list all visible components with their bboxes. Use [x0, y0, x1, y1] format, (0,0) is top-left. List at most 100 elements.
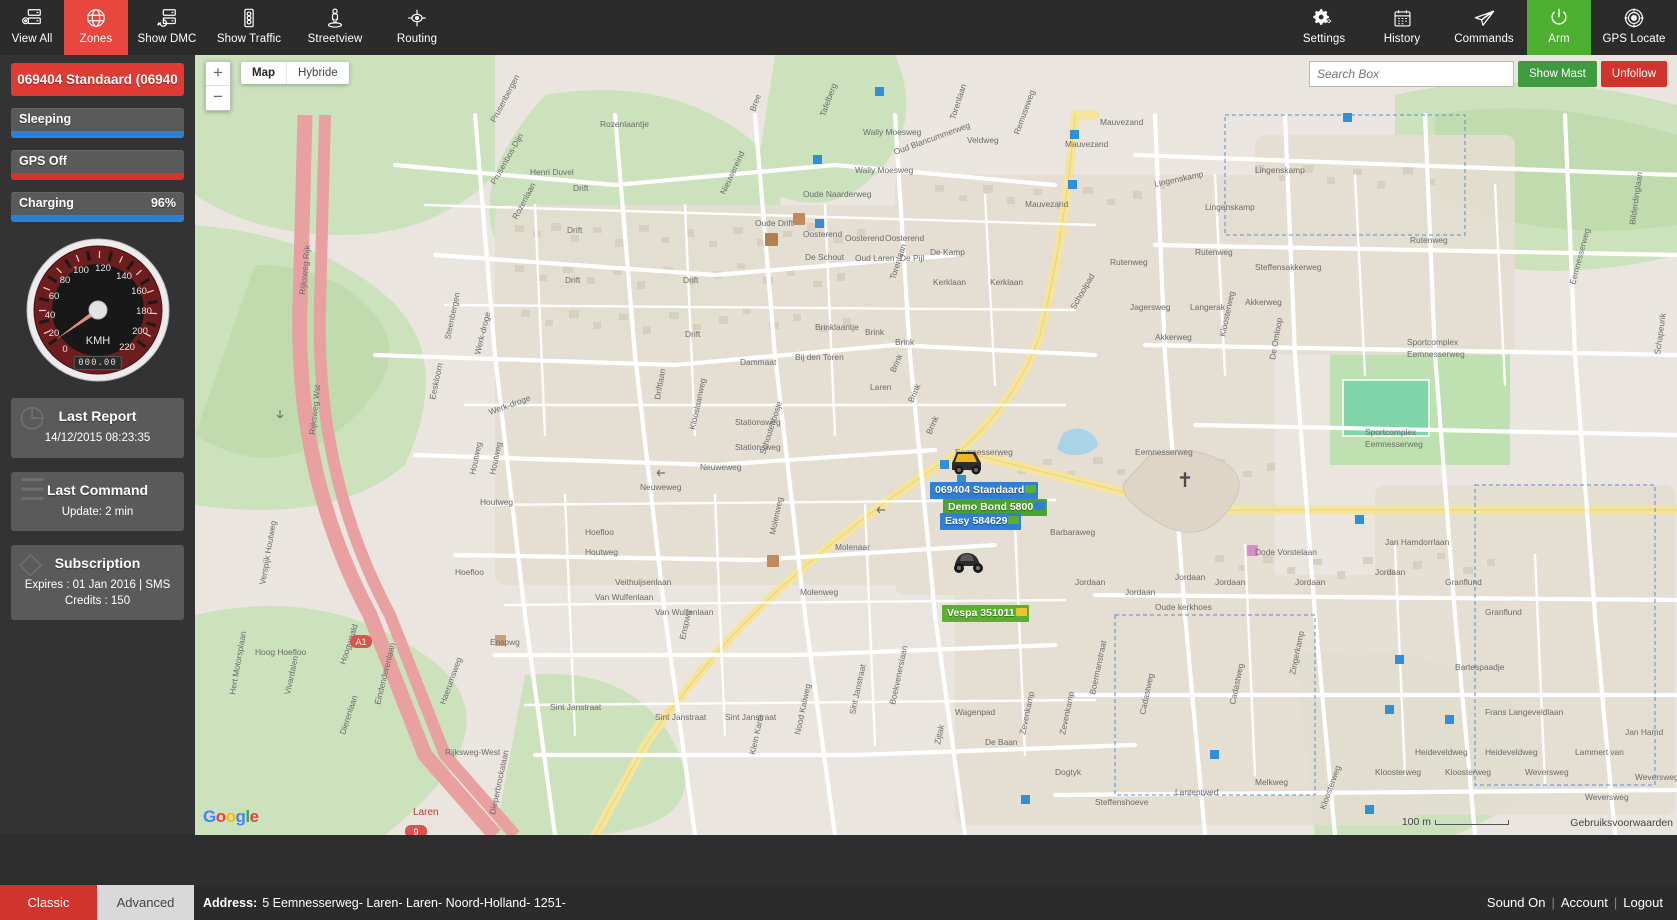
map-type-switch[interactable]: Map Hybride — [241, 62, 349, 84]
map-type-hybride[interactable]: Hybride — [286, 62, 349, 84]
odometer-display: 000.00 — [73, 356, 122, 370]
svg-text:✝: ✝ — [1177, 468, 1194, 492]
toolbar-item-gps-locate[interactable]: GPS Locate — [1591, 0, 1677, 55]
toolbar-item-zones[interactable]: Zones — [64, 0, 128, 55]
svg-text:Dogtyk: Dogtyk — [1055, 767, 1082, 777]
toolbar-item-commands[interactable]: Commands — [1441, 0, 1527, 55]
map-marker-vespa[interactable]: Vespa 351011 — [942, 605, 1029, 622]
zoom-in-button[interactable]: + — [206, 62, 230, 86]
svg-text:Lingenskamp: Lingenskamp — [1205, 202, 1255, 212]
svg-text:Wally Moesweg: Wally Moesweg — [863, 127, 922, 137]
account-link[interactable]: Account — [1561, 895, 1608, 910]
svg-text:Neuweweg: Neuweweg — [700, 462, 742, 472]
toolbar-item-view-all[interactable]: View All — [0, 0, 64, 55]
svg-text:Houtweg: Houtweg — [480, 497, 513, 507]
gauge-tick-180: 180 — [136, 306, 152, 317]
google-letter: e — [249, 807, 259, 826]
marker-label[interactable]: Easy 584629 — [940, 513, 1022, 530]
svg-text:Lammert van: Lammert van — [1575, 747, 1624, 757]
toolbar-item-show-traffic[interactable]: Show Traffic — [206, 0, 292, 55]
server-chat-icon — [156, 5, 178, 31]
unfollow-button[interactable]: Unfollow — [1600, 61, 1667, 87]
status-gps: GPS Off — [11, 150, 184, 180]
toolbar-item-routing[interactable]: Routing — [378, 0, 456, 55]
status-bar-fill — [11, 131, 184, 138]
logout-link[interactable]: Logout — [1623, 895, 1663, 910]
map-scale-label: 100 m — [1401, 816, 1431, 828]
card-line: Update: 2 min — [61, 505, 134, 518]
marker-label-text: Vespa 351011 — [947, 607, 1015, 619]
toolbar-right-group: Settings History Commands Arm GPS Locate — [1285, 0, 1677, 55]
status-row: Charging 96% — [11, 192, 184, 215]
map-zoom-control[interactable]: + − — [205, 61, 231, 111]
mode-tab-advanced[interactable]: Advanced — [97, 885, 194, 920]
svg-text:Drift: Drift — [685, 329, 701, 339]
pegman-icon — [324, 5, 346, 31]
link-separator: | — [1551, 895, 1555, 910]
svg-text:Enspwg: Enspwg — [490, 637, 520, 647]
map-terms-link[interactable]: Gebruiksvoorwaarden — [1570, 817, 1673, 829]
svg-text:Rutenweg: Rutenweg — [1195, 247, 1233, 257]
crosshair-route-icon — [406, 5, 428, 31]
svg-text:Lantentwerf: Lantentwerf — [1175, 787, 1219, 797]
svg-text:Kerklaan: Kerklaan — [990, 277, 1023, 287]
zoom-out-button[interactable]: − — [206, 86, 230, 110]
svg-text:Oude kerkhoes: Oude kerkhoes — [1155, 602, 1212, 612]
toolbar-item-label: Commands — [1454, 33, 1514, 45]
link-separator: | — [1613, 895, 1618, 910]
show-mast-button[interactable]: Show Mast — [1518, 61, 1597, 87]
svg-text:Bij den Toren: Bij den Toren — [795, 352, 844, 362]
svg-text:Hoefloo: Hoefloo — [585, 527, 614, 537]
toolbar-item-show-dmc[interactable]: Show DMC — [128, 0, 206, 55]
map-type-map[interactable]: Map — [241, 62, 286, 84]
svg-text:Sportcomplex: Sportcomplex — [1365, 427, 1417, 437]
toolbar-item-label: View All — [11, 33, 53, 45]
svg-text:Barbaraweg: Barbaraweg — [1050, 527, 1096, 537]
sound-on-link[interactable]: Sound On — [1487, 895, 1546, 910]
map-search-group: Show Mast Unfollow — [1309, 61, 1667, 87]
marker-label[interactable]: 069404 Standaard — [930, 482, 1039, 499]
card-subscription: ◇ Subscription Expires : 01 Jan 2016 | S… — [11, 545, 184, 621]
search-input[interactable] — [1309, 61, 1514, 87]
map-marker-069404[interactable]: 069404 Standaard — [930, 482, 1039, 499]
svg-text:Melkweg: Melkweg — [1255, 777, 1288, 787]
svg-text:A1: A1 — [355, 637, 366, 647]
status-label: GPS Off — [19, 154, 67, 168]
gauge-tick-160: 160 — [131, 286, 147, 297]
toolbar-item-history[interactable]: History — [1363, 0, 1441, 55]
toolbar-item-settings[interactable]: Settings — [1285, 0, 1363, 55]
gauge-tick-0: 0 — [62, 344, 67, 355]
paper-plane-icon — [1473, 5, 1496, 31]
svg-text:Jordaan: Jordaan — [1375, 567, 1406, 577]
google-letter: o — [215, 807, 226, 826]
google-letter: g — [235, 807, 246, 826]
toolbar-item-arm[interactable]: Arm — [1527, 0, 1591, 55]
marker-label[interactable]: Vespa 351011 — [942, 605, 1029, 622]
address-label: Address: — [203, 895, 258, 910]
svg-text:Houtweg: Houtweg — [585, 547, 618, 557]
speedometer-wrap: 0 20 40 60 80 100 120 140 160 180 200 22… — [11, 236, 184, 384]
card-line: Expires : 01 Jan 2016 | SMS Credits : 15… — [17, 578, 178, 609]
map-marker-easy[interactable]: Easy 584629 — [940, 513, 1022, 530]
vehicle-marker-scooter[interactable] — [948, 542, 988, 576]
svg-text:Granflund: Granflund — [1485, 607, 1522, 617]
calendar-icon — [1392, 5, 1413, 31]
globe-icon — [85, 5, 107, 31]
map-scale-rule — [1435, 819, 1509, 825]
toolbar-item-streetview[interactable]: Streetview — [292, 0, 378, 55]
marker-label-text: Easy 584629 — [945, 515, 1008, 527]
svg-text:Veldweg: Veldweg — [967, 135, 999, 145]
svg-text:Weversweg: Weversweg — [1635, 772, 1677, 782]
mode-tab-classic[interactable]: Classic — [0, 885, 97, 920]
svg-text:Kerklaan: Kerklaan — [933, 277, 966, 287]
selected-unit-button[interactable]: 069404 Standaard (06940 — [11, 63, 184, 96]
subscription-expires: Expires : 01 Jan 2016 | SMS — [24, 579, 171, 592]
gauge-tick-120: 120 — [95, 263, 111, 274]
map-canvas: ✝ Prusenbergen Rozenlaantje Prusenbos-Di… — [195, 55, 1677, 835]
map-area[interactable]: ✝ Prusenbergen Rozenlaantje Prusenbos-Di… — [195, 55, 1677, 835]
svg-text:Sint Janstraat: Sint Janstraat — [550, 702, 602, 712]
svg-text:Eemnesserweg: Eemnesserweg — [1135, 447, 1193, 457]
vehicle-marker-car[interactable] — [947, 443, 987, 477]
svg-text:Laren: Laren — [413, 807, 439, 818]
svg-text:Brink: Brink — [895, 337, 915, 347]
